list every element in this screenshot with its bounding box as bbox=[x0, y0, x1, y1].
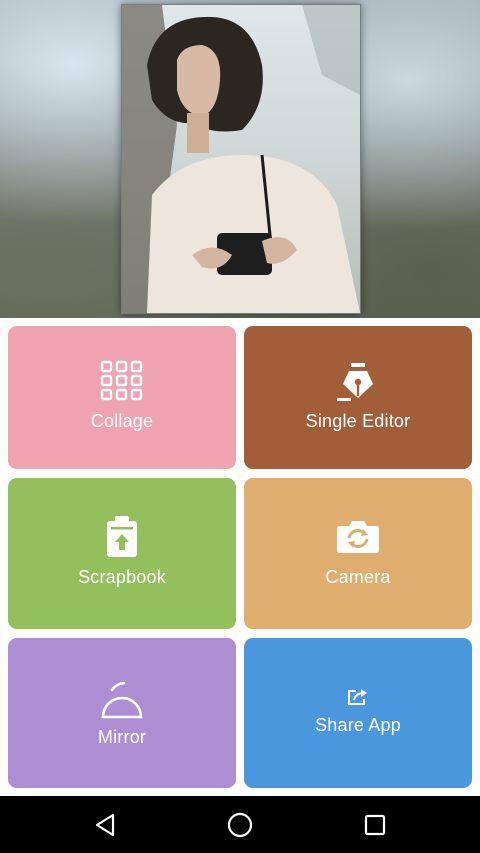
mirror-label: Mirror bbox=[97, 727, 147, 747]
single-editor-button[interactable]: Single Editor bbox=[244, 326, 472, 469]
grid-icon bbox=[100, 360, 144, 407]
feature-grid: Collage Single Editor Scrapbook Camera M… bbox=[0, 318, 480, 796]
camera-switch-icon bbox=[336, 520, 380, 559]
pen-nib-icon bbox=[337, 362, 379, 407]
back-button[interactable] bbox=[91, 810, 121, 840]
mirror-button[interactable]: Mirror bbox=[8, 638, 236, 788]
home-button[interactable] bbox=[225, 810, 255, 840]
camera-button[interactable]: Camera bbox=[244, 478, 472, 629]
featured-photo bbox=[121, 4, 361, 314]
mirror-icon bbox=[100, 676, 144, 725]
back-icon bbox=[91, 810, 121, 840]
hero-banner bbox=[0, 0, 480, 318]
scrapbook-label: Scrapbook bbox=[78, 567, 166, 587]
single-editor-label: Single Editor bbox=[305, 411, 411, 431]
share-app-button[interactable]: Share App bbox=[244, 638, 472, 788]
collage-label: Collage bbox=[90, 411, 154, 431]
clipboard-upload-icon bbox=[106, 516, 138, 563]
home-icon bbox=[225, 810, 255, 840]
scrapbook-button[interactable]: Scrapbook bbox=[8, 478, 236, 629]
collage-button[interactable]: Collage bbox=[8, 326, 236, 469]
share-app-label: Share App bbox=[315, 715, 401, 735]
recents-button[interactable] bbox=[360, 810, 390, 840]
share-icon bbox=[347, 688, 369, 711]
camera-label: Camera bbox=[325, 567, 391, 587]
recents-icon bbox=[360, 810, 390, 840]
system-nav-bar bbox=[0, 796, 480, 853]
